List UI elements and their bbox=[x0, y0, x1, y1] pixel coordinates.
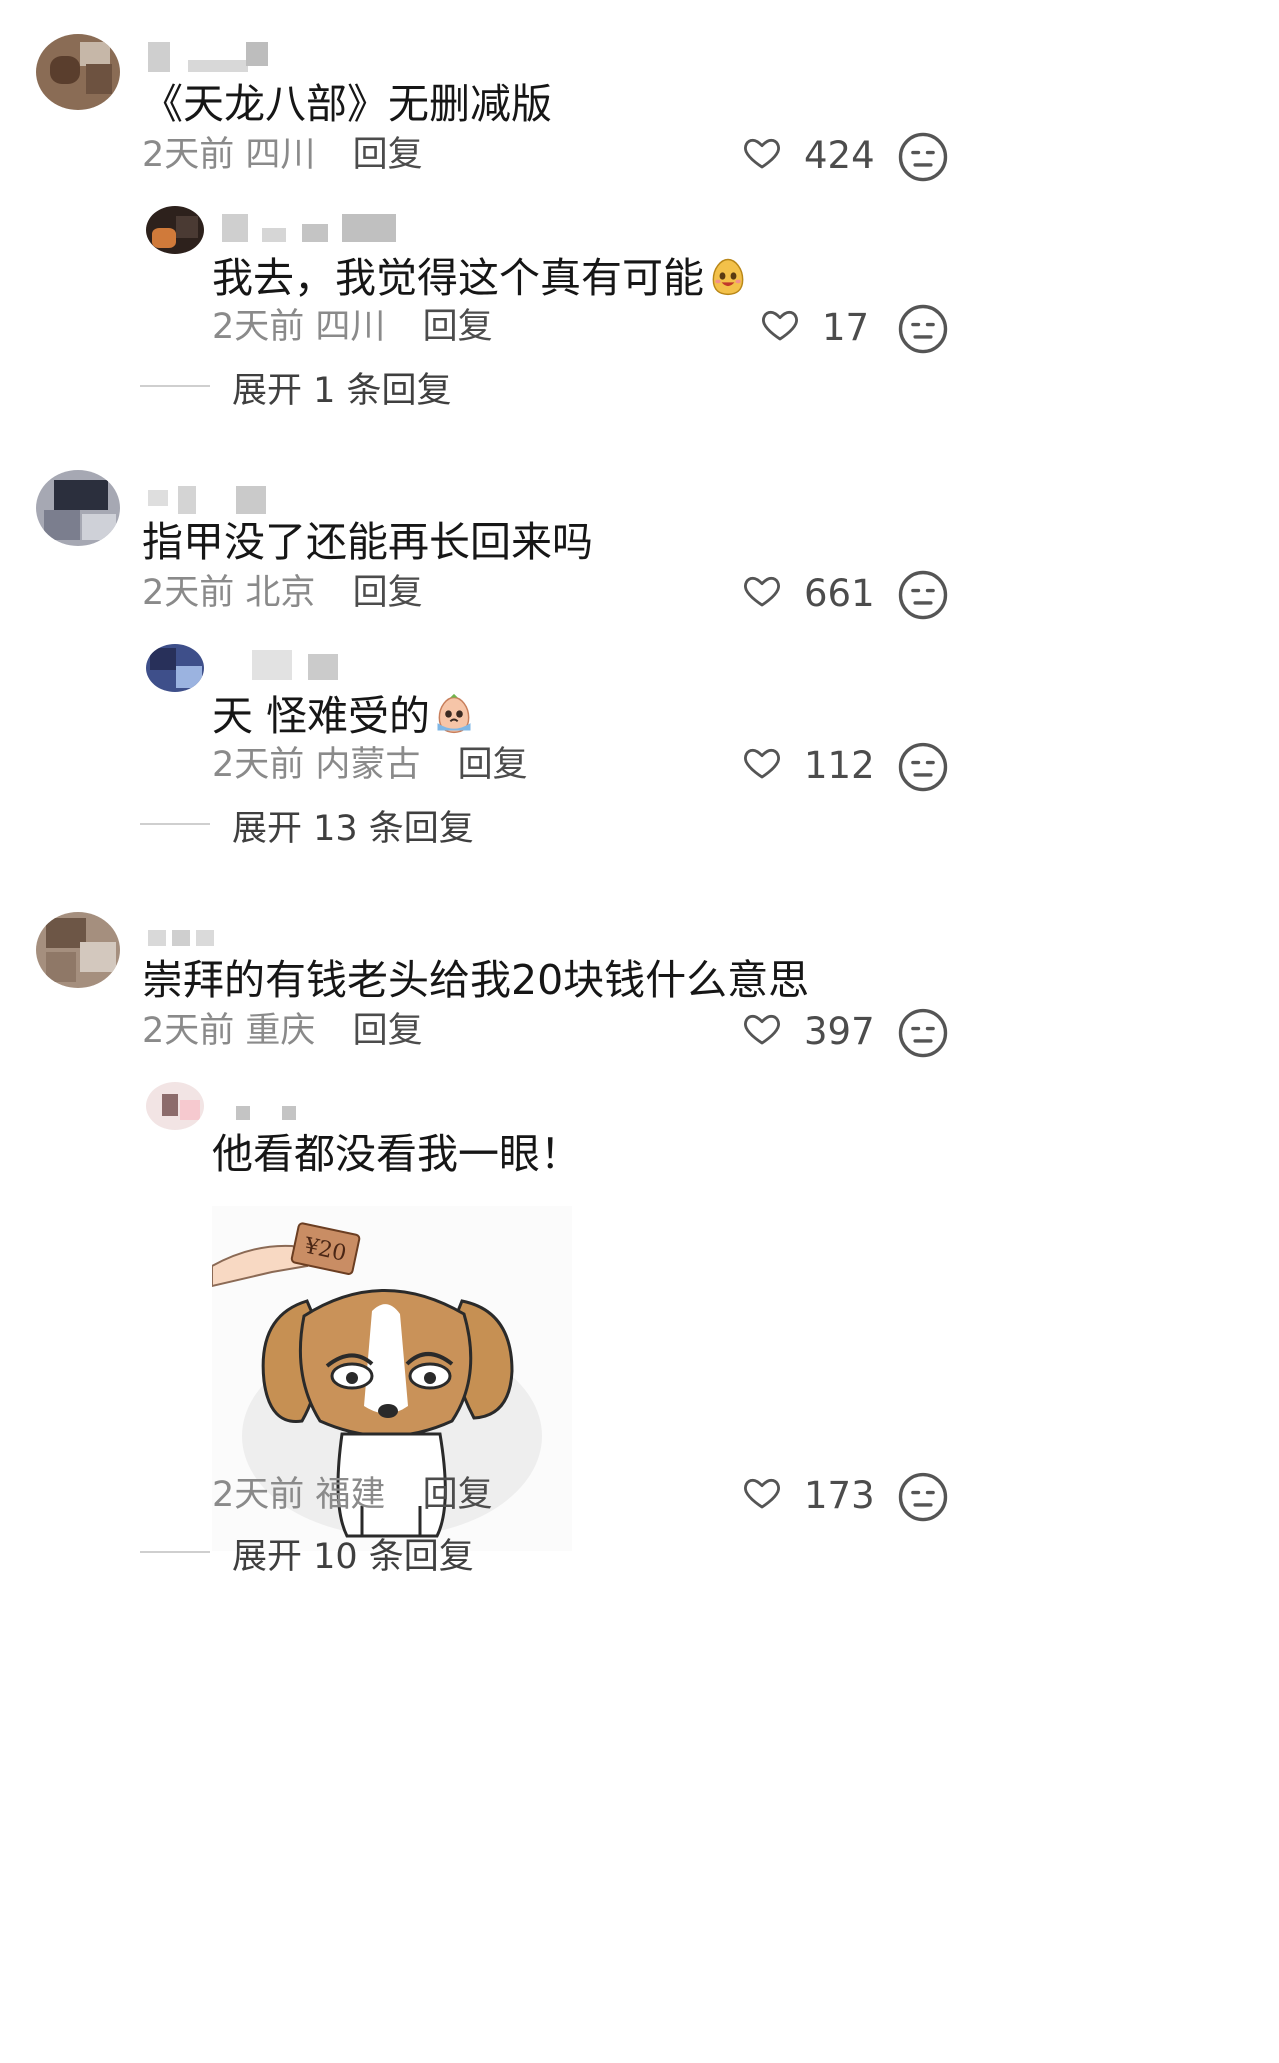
reply-button[interactable]: 回复 bbox=[423, 307, 493, 347]
reply-button[interactable]: 回复 bbox=[458, 745, 528, 785]
comment-time: 2天前 bbox=[142, 573, 235, 613]
avatar[interactable] bbox=[36, 34, 120, 110]
like-count: 424 bbox=[804, 134, 875, 177]
reply-meta: 2天前 四川 回复 bbox=[212, 306, 493, 348]
comment-meta: 2天前 四川 回复 bbox=[142, 134, 423, 176]
reply-location: 四川 bbox=[315, 307, 386, 347]
comment-text: 《天龙八部》无删减版 bbox=[142, 80, 552, 128]
comment-list: 《天龙八部》无删减版 2天前 四川 回复 424 我去，我觉得这个真有可能 2天… bbox=[0, 0, 1279, 2063]
expand-replies-label: 展开 13 条回复 bbox=[232, 809, 474, 849]
heart-outline-icon bbox=[744, 576, 780, 607]
neutral-face-icon[interactable] bbox=[896, 740, 950, 794]
divider-line bbox=[140, 823, 210, 825]
heart-outline-icon bbox=[744, 1014, 780, 1045]
neutral-face-icon[interactable] bbox=[896, 1006, 950, 1060]
comment-text: 指甲没了还能再长回来吗 bbox=[142, 518, 593, 566]
like-count: 112 bbox=[804, 744, 875, 787]
avatar[interactable] bbox=[36, 912, 120, 988]
reply-time: 2天前 bbox=[212, 307, 305, 347]
expand-replies-button[interactable]: 展开 13 条回复 bbox=[140, 798, 540, 849]
reply-time: 2天前 bbox=[212, 1475, 305, 1515]
like-count: 17 bbox=[822, 306, 870, 349]
username-blurred[interactable] bbox=[222, 648, 342, 686]
reply-time: 2天前 bbox=[212, 745, 305, 785]
reply-button[interactable]: 回复 bbox=[423, 1475, 493, 1515]
reply-button[interactable]: 回复 bbox=[353, 573, 423, 613]
reply-text: 天 怪难受的 bbox=[212, 692, 476, 741]
reply-text: 我去，我觉得这个真有可能 bbox=[212, 254, 750, 303]
reply-location: 福建 bbox=[315, 1475, 386, 1515]
like-count: 661 bbox=[804, 572, 875, 615]
reply-meta: 2天前 福建 回复 bbox=[212, 1474, 493, 1516]
like-button[interactable]: 397 bbox=[742, 1002, 912, 1064]
reply-meta: 2天前 内蒙古 回复 bbox=[212, 744, 528, 786]
reply-button[interactable]: 回复 bbox=[353, 1011, 423, 1051]
avatar[interactable] bbox=[146, 1082, 204, 1130]
divider-line bbox=[140, 385, 210, 387]
heart-outline-icon bbox=[744, 748, 780, 779]
comment-text: 崇拜的有钱老头给我20块钱什么意思 bbox=[142, 956, 810, 1004]
heart-outline-icon bbox=[744, 138, 780, 169]
crying-emoji-icon bbox=[437, 693, 471, 734]
reply-location: 内蒙古 bbox=[315, 745, 421, 785]
username-blurred[interactable] bbox=[222, 214, 402, 252]
like-count: 397 bbox=[804, 1010, 875, 1053]
expand-replies-label: 展开 10 条回复 bbox=[232, 1537, 474, 1577]
reply-text: 他看都没看我一眼！ bbox=[212, 1130, 581, 1178]
comment-thread: 崇拜的有钱老头给我20块钱什么意思 2天前 重庆 回复 397 他看都没看我一眼… bbox=[0, 876, 1279, 2063]
laughing-emoji-icon bbox=[712, 258, 744, 296]
like-count: 173 bbox=[804, 1474, 875, 1517]
username-blurred[interactable] bbox=[148, 42, 268, 80]
reply-button[interactable]: 回复 bbox=[353, 135, 423, 175]
heart-outline-icon bbox=[744, 1478, 780, 1509]
comment-thread: 指甲没了还能再长回来吗 2天前 北京 回复 661 天 怪难受的 2天前 内蒙古… bbox=[0, 438, 1279, 878]
comment-time: 2天前 bbox=[142, 1011, 235, 1051]
like-button[interactable]: 661 bbox=[742, 564, 912, 626]
neutral-face-icon[interactable] bbox=[896, 1470, 950, 1524]
like-button[interactable]: 173 bbox=[742, 1466, 912, 1528]
comment-meta: 2天前 重庆 回复 bbox=[142, 1010, 423, 1052]
comment-time: 2天前 bbox=[142, 135, 235, 175]
divider-line bbox=[140, 1551, 210, 1553]
comment-thread: 《天龙八部》无删减版 2天前 四川 回复 424 我去，我觉得这个真有可能 2天… bbox=[0, 0, 1279, 440]
like-button[interactable]: 424 bbox=[742, 126, 912, 188]
comment-location: 四川 bbox=[245, 135, 316, 175]
comment-location: 北京 bbox=[245, 573, 316, 613]
heart-outline-icon bbox=[762, 310, 798, 341]
expand-replies-label: 展开 1 条回复 bbox=[232, 371, 452, 411]
neutral-face-icon[interactable] bbox=[896, 568, 950, 622]
like-button[interactable]: 112 bbox=[742, 736, 912, 798]
avatar[interactable] bbox=[36, 470, 120, 546]
comment-meta: 2天前 北京 回复 bbox=[142, 572, 423, 614]
expand-replies-button[interactable]: 展开 1 条回复 bbox=[140, 360, 540, 411]
comment-location: 重庆 bbox=[245, 1011, 316, 1051]
avatar[interactable] bbox=[146, 644, 204, 692]
expand-replies-button[interactable]: 展开 10 条回复 bbox=[140, 1526, 540, 1577]
neutral-face-icon[interactable] bbox=[896, 302, 950, 356]
neutral-face-icon[interactable] bbox=[896, 130, 950, 184]
avatar[interactable] bbox=[146, 206, 204, 254]
